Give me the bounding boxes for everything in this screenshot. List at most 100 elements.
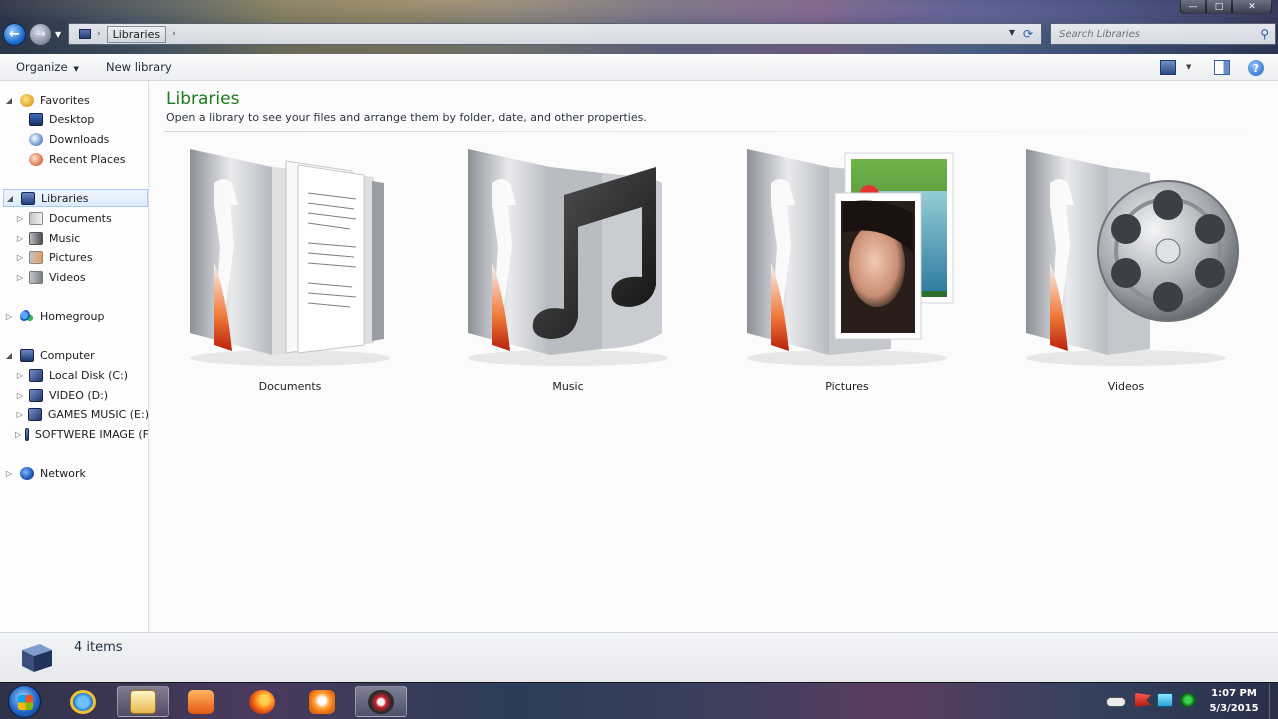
- expand-arrow-icon[interactable]: ▷: [15, 410, 24, 419]
- nav-label: Local Disk (C:): [49, 368, 129, 382]
- expand-arrow-icon[interactable]: ▷: [4, 469, 14, 478]
- nav-item-documents[interactable]: ▷ Documents: [0, 209, 148, 227]
- collapse-arrow-icon[interactable]: ◢: [4, 96, 14, 105]
- nav-label: Computer: [40, 348, 95, 362]
- taskbar-windows-explorer[interactable]: [117, 686, 169, 717]
- nav-item-desktop[interactable]: Desktop: [0, 110, 148, 128]
- action-center-flag-icon[interactable]: [1135, 693, 1151, 707]
- drive-icon: [29, 388, 43, 402]
- nav-label: Desktop: [49, 112, 95, 126]
- taskbar-uc-browser[interactable]: [296, 686, 348, 717]
- clock-date: 5/3/2015: [1209, 703, 1259, 714]
- search-input[interactable]: [1059, 28, 1249, 40]
- nav-item-games-music-e[interactable]: ▷ GAMES MUSIC (E:): [0, 405, 149, 423]
- nav-label: Libraries: [41, 191, 89, 205]
- libraries-icon: [21, 191, 35, 205]
- expand-arrow-icon[interactable]: ▷: [15, 430, 21, 439]
- taskbar-internet-explorer[interactable]: [57, 686, 109, 717]
- nav-item-video-d[interactable]: ▷ VIDEO (D:): [0, 386, 148, 404]
- music-library-icon: [468, 149, 668, 366]
- view-options-dropdown[interactable]: ▼: [1186, 63, 1191, 71]
- nav-favorites[interactable]: ◢ Favorites: [0, 91, 148, 109]
- new-library-button[interactable]: New library: [106, 60, 172, 74]
- expand-arrow-icon[interactable]: ▷: [4, 312, 14, 321]
- start-button[interactable]: [8, 685, 41, 718]
- nav-label: Music: [49, 231, 81, 245]
- nav-libraries[interactable]: ◢ Libraries: [3, 189, 148, 207]
- breadcrumb-libraries[interactable]: Libraries: [106, 25, 167, 43]
- collapse-arrow-icon[interactable]: ◢: [5, 194, 15, 203]
- pictures-library-icon: [747, 149, 954, 366]
- taskbar-media-player[interactable]: [175, 686, 227, 717]
- library-label: Pictures: [825, 380, 869, 393]
- nav-homegroup[interactable]: ▷ Homegroup: [0, 307, 148, 325]
- nav-network[interactable]: ▷ Network: [0, 464, 148, 482]
- breadcrumb-separator[interactable]: ›: [97, 29, 101, 39]
- nav-label: Documents: [49, 211, 112, 225]
- window-controls: — □ ✕: [1180, 0, 1272, 14]
- clock[interactable]: 1:07 PM 5/3/2015: [1203, 686, 1265, 716]
- maximize-button[interactable]: □: [1206, 0, 1232, 14]
- clock-time: 1:07 PM: [1211, 688, 1257, 699]
- nav-item-softwere-image-f[interactable]: ▷ SOFTWERE IMAGE (F: [0, 425, 149, 443]
- windows-explorer-icon: [130, 689, 156, 714]
- homegroup-icon: [20, 309, 34, 323]
- tray-toggle-icon[interactable]: [1106, 697, 1126, 707]
- expand-arrow-icon[interactable]: ▷: [15, 234, 25, 243]
- nav-label: Network: [40, 466, 86, 480]
- nav-label: GAMES MUSIC (E:): [47, 407, 149, 421]
- tray-app-icon[interactable]: [1180, 693, 1196, 707]
- expand-arrow-icon[interactable]: ▷: [15, 371, 25, 380]
- drive-icon: [25, 427, 29, 441]
- uc-browser-icon: [309, 689, 335, 714]
- change-view-icon[interactable]: [1160, 60, 1176, 75]
- nav-label: Recent Places: [49, 152, 126, 166]
- library-pictures[interactable]: Pictures: [731, 143, 963, 401]
- library-videos[interactable]: Videos: [1010, 143, 1242, 401]
- expand-arrow-icon[interactable]: ▷: [15, 253, 25, 262]
- organize-button[interactable]: Organize ▼: [16, 60, 79, 74]
- expand-arrow-icon[interactable]: ▷: [15, 391, 25, 400]
- documents-library-icon: [29, 211, 43, 225]
- library-music[interactable]: Music: [452, 143, 684, 401]
- recent-pages-dropdown[interactable]: ▼: [55, 30, 61, 39]
- taskbar-app[interactable]: [355, 686, 407, 717]
- back-button[interactable]: ←: [3, 23, 26, 46]
- videos-library-icon: [1026, 149, 1239, 366]
- nav-item-pictures[interactable]: ▷ Pictures: [0, 248, 148, 266]
- recent-places-icon: [29, 152, 43, 166]
- refresh-icon[interactable]: ⟳: [1019, 26, 1037, 42]
- music-library-icon: [29, 231, 43, 245]
- star-icon: [20, 93, 34, 107]
- details-pane: 4 items: [0, 632, 1278, 682]
- breadcrumb-separator[interactable]: ›: [172, 29, 176, 39]
- search-box[interactable]: ⚲: [1050, 23, 1276, 45]
- item-count: 4 items: [74, 640, 123, 655]
- libraries-icon: [79, 29, 91, 39]
- collapse-arrow-icon[interactable]: ◢: [4, 351, 14, 360]
- nav-item-local-disk-c[interactable]: ▷ Local Disk (C:): [0, 366, 148, 384]
- library-label: Videos: [1107, 380, 1145, 393]
- help-icon[interactable]: ?: [1248, 60, 1264, 76]
- close-button[interactable]: ✕: [1232, 0, 1272, 14]
- search-icon[interactable]: ⚲: [1260, 27, 1269, 41]
- address-bar[interactable]: › Libraries › ▼ ⟳: [68, 23, 1042, 45]
- nav-computer[interactable]: ◢ Computer: [0, 346, 148, 364]
- preview-pane-icon[interactable]: [1214, 60, 1230, 75]
- nav-item-videos[interactable]: ▷ Videos: [0, 268, 148, 286]
- nav-item-recent-places[interactable]: Recent Places: [0, 150, 148, 168]
- show-desktop-button[interactable]: [1269, 683, 1278, 719]
- address-history-dropdown[interactable]: ▼: [1009, 28, 1015, 37]
- nav-item-downloads[interactable]: Downloads: [0, 130, 148, 148]
- nav-label: SOFTWERE IMAGE (F: [34, 427, 149, 441]
- nav-item-music[interactable]: ▷ Music: [0, 229, 148, 247]
- content-area: Libraries Open a library to see your fil…: [150, 81, 1278, 632]
- minimize-button[interactable]: —: [1180, 0, 1206, 14]
- desktop-icon: [29, 112, 43, 126]
- expand-arrow-icon[interactable]: ▷: [15, 214, 25, 223]
- network-tray-icon[interactable]: [1157, 693, 1173, 707]
- taskbar-firefox[interactable]: [236, 686, 288, 717]
- forward-button[interactable]: →: [29, 23, 52, 46]
- expand-arrow-icon[interactable]: ▷: [15, 273, 25, 282]
- library-documents[interactable]: Documents: [174, 143, 406, 401]
